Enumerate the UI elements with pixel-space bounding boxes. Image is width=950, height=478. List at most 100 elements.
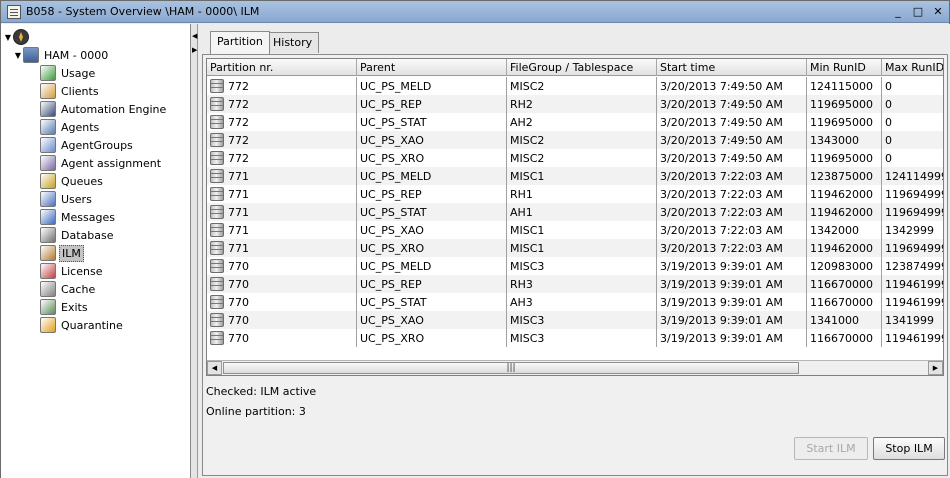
stop-ilm-button[interactable]: Stop ILM: [873, 437, 945, 460]
cell-text: 116670000: [810, 296, 873, 309]
cell-text: 771: [228, 242, 249, 255]
tree-item-clients[interactable]: Clients: [40, 82, 101, 100]
partition-database-icon: [210, 205, 224, 219]
partition-table: Partition nr. Parent FileGroup / Tablespac…: [206, 58, 944, 376]
cell-text: 119695000: [810, 152, 873, 165]
table-cell: UC_PS_REP: [357, 185, 507, 203]
column-header[interactable]: FileGroup / Tablespace: [507, 59, 657, 76]
column-header[interactable]: Min RunID: [807, 59, 882, 76]
horizontal-scrollbar[interactable]: ◀ ||| ▶: [207, 360, 943, 375]
cell-text: 3/20/2013 7:49:50 AM: [660, 116, 783, 129]
table-cell: UC_PS_MELD: [357, 77, 507, 95]
expand-client-icon[interactable]: ▼: [13, 51, 23, 60]
table-cell: UC_PS_STAT: [357, 293, 507, 311]
table-cell: UC_PS_MELD: [357, 167, 507, 185]
tree-item-users[interactable]: Users: [40, 190, 94, 208]
expand-right-arrow-icon[interactable]: ▶: [192, 46, 197, 54]
column-header[interactable]: Start time: [657, 59, 807, 76]
table-cell: 0: [882, 131, 943, 149]
table-cell: 123874999: [882, 257, 943, 275]
table-row[interactable]: 770 UC_PS_XRO MISC3 3/19/2013 9:39:01 AM 116…: [207, 329, 944, 347]
close-button[interactable]: ✕: [929, 4, 947, 20]
tree-item-ilm[interactable]: ILM: [40, 244, 84, 262]
column-header[interactable]: Parent: [357, 59, 507, 76]
minimize-button[interactable]: _: [889, 4, 907, 20]
tab-history[interactable]: History: [266, 32, 320, 53]
table-row[interactable]: 771 UC_PS_XAO MISC1 3/20/2013 7:22:03 AM 134…: [207, 221, 943, 239]
cell-text: 119461999: [885, 332, 944, 345]
scroll-right-icon[interactable]: ▶: [928, 361, 943, 375]
table-row[interactable]: 772 UC_PS_REP RH2 3/20/2013 7:49:50 AM 11969…: [207, 95, 943, 113]
maximize-button[interactable]: □: [909, 4, 927, 20]
tree-item-automation-engine[interactable]: Automation Engine: [40, 100, 168, 118]
tree-client-node[interactable]: ▼ HAM - 0000: [13, 46, 110, 64]
collapse-left-arrow-icon[interactable]: ◀: [192, 32, 197, 40]
table-row[interactable]: 771 UC_PS_STAT AH1 3/20/2013 7:22:03 AM 1194…: [207, 203, 943, 221]
tree-item-agentgroups[interactable]: AgentGroups: [40, 136, 135, 154]
tree-item-label: Usage: [61, 66, 96, 80]
cell-text: 120983000: [810, 260, 873, 273]
table-cell: 119462000: [807, 185, 882, 203]
table-cell: 124115000: [807, 77, 882, 95]
table-cell: 3/19/2013 9:39:01 AM: [657, 293, 807, 311]
table-cell: AH2: [507, 113, 657, 131]
table-row[interactable]: 770 UC_PS_REP RH3 3/19/2013 9:39:01 AM 11667…: [207, 275, 943, 293]
tree-item-quarantine[interactable]: Quarantine: [40, 316, 125, 334]
table-cell: RH1: [507, 185, 657, 203]
tree-item-messages[interactable]: Messages: [40, 208, 117, 226]
queues-icon: [40, 173, 56, 189]
app-document-icon: [7, 4, 21, 19]
table-row[interactable]: 771 UC_PS_MELD MISC1 3/20/2013 7:22:03 AM 12…: [207, 167, 943, 185]
table-row[interactable]: 770 UC_PS_MELD MISC3 3/19/2013 9:39:01 AM 12…: [207, 257, 943, 275]
table-row[interactable]: 770 UC_PS_STAT AH3 3/19/2013 9:39:01 AM 1166…: [207, 293, 944, 311]
table-row[interactable]: 771 UC_PS_REP RH1 3/20/2013 7:22:03 AM 11946…: [207, 185, 943, 203]
cell-text: UC_PS_XAO: [360, 314, 424, 327]
tree-item-label: Automation Engine: [61, 102, 167, 116]
column-header[interactable]: Partition nr.: [207, 59, 357, 76]
tree-item-queues[interactable]: Queues: [40, 172, 105, 190]
cell-text: 771: [228, 170, 249, 183]
cell-text: 771: [228, 188, 249, 201]
cell-text: UC_PS_STAT: [360, 206, 427, 219]
table-cell: UC_PS_XRO: [357, 239, 507, 257]
cell-text: 770: [228, 278, 249, 291]
table-row[interactable]: 772 UC_PS_XRO MISC2 3/20/2013 7:49:50 AM 119…: [207, 149, 943, 167]
tree-root[interactable]: ▼: [3, 28, 32, 46]
partition-database-icon: [210, 97, 224, 111]
cell-text: 772: [228, 116, 249, 129]
cell-text: 119461999: [885, 296, 944, 309]
cache-icon: [40, 281, 56, 297]
cell-text: UC_PS_STAT: [360, 116, 427, 129]
table-cell: UC_PS_XAO: [357, 311, 507, 329]
tab-partition[interactable]: Partition: [210, 31, 270, 54]
cell-text: MISC2: [510, 134, 545, 147]
table-row[interactable]: 772 UC_PS_XAO MISC2 3/20/2013 7:49:50 AM 134…: [207, 131, 943, 149]
window-title: B058 - System Overview \HAM - 0000\ ILM: [26, 5, 260, 18]
tree-item-agents[interactable]: Agents: [40, 118, 101, 136]
table-cell: 770: [207, 329, 357, 347]
pane-splitter[interactable]: ◀ ▶: [191, 24, 198, 478]
tree-item-exits[interactable]: Exits: [40, 298, 90, 316]
tree-item-agent-assignment[interactable]: Agent assignment: [40, 154, 163, 172]
expand-root-icon[interactable]: ▼: [3, 33, 13, 42]
tree-item-database[interactable]: Database: [40, 226, 116, 244]
cell-text: 0: [885, 116, 892, 129]
table-cell: 3/19/2013 9:39:01 AM: [657, 329, 807, 347]
column-header[interactable]: Max RunID: [882, 59, 943, 76]
cell-text: 3/20/2013 7:22:03 AM: [660, 188, 783, 201]
database-icon: [40, 227, 56, 243]
start-ilm-button[interactable]: Start ILM: [794, 437, 868, 460]
quarantine-warning-icon: [40, 317, 56, 333]
table-row[interactable]: 772 UC_PS_MELD MISC2 3/20/2013 7:49:50 AM 12…: [207, 77, 943, 95]
table-row[interactable]: 770 UC_PS_XAO MISC3 3/19/2013 9:39:01 AM 134…: [207, 311, 943, 329]
cell-text: MISC2: [510, 152, 545, 165]
cell-text: 116670000: [810, 278, 873, 291]
tree-item-usage[interactable]: Usage: [40, 64, 97, 82]
scroll-thumb[interactable]: |||: [223, 362, 799, 374]
tree-item-license[interactable]: License: [40, 262, 104, 280]
scroll-left-icon[interactable]: ◀: [207, 361, 222, 375]
table-row[interactable]: 771 UC_PS_XRO MISC1 3/20/2013 7:22:03 AM 119…: [207, 239, 943, 257]
tree-item-cache[interactable]: Cache: [40, 280, 97, 298]
table-row[interactable]: 772 UC_PS_STAT AH2 3/20/2013 7:49:50 AM 1196…: [207, 113, 943, 131]
ilm-icon: [40, 245, 56, 261]
